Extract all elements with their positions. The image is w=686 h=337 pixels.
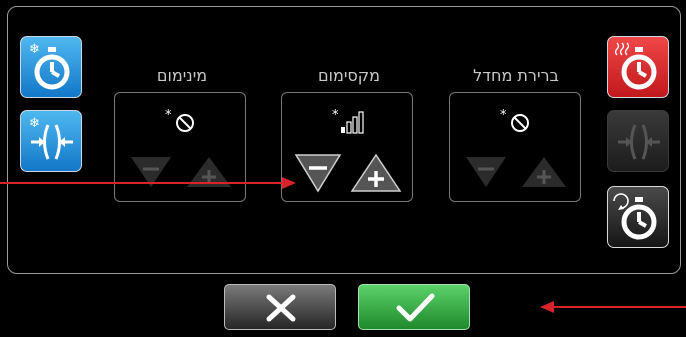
column-label-minimum: מינימום [156, 66, 208, 85]
maximum-stepper [294, 153, 402, 193]
compress-button-disabled[interactable] [607, 110, 669, 172]
cycle-timer-icon [613, 193, 657, 240]
default-control-box: * [449, 92, 581, 202]
cancel-button[interactable] [224, 284, 336, 330]
minimum-control-box: * [114, 92, 246, 202]
increase-button-disabled[interactable] [522, 157, 566, 187]
column-label-default: ברירת מחדל [473, 66, 559, 85]
snowflake-off-icon: * [500, 108, 529, 132]
svg-text:*: * [500, 108, 507, 123]
compress-icon [618, 124, 660, 160]
heat-timer-icon [614, 42, 657, 90]
freeze-timer-button[interactable]: ❄ [20, 36, 82, 98]
freeze-timer-icon: ❄ [29, 42, 70, 90]
check-icon [396, 293, 435, 322]
svg-text:❄: ❄ [29, 42, 40, 57]
decrease-button-disabled[interactable] [466, 157, 506, 187]
increase-button[interactable] [350, 153, 402, 192]
snowflake-signal-bars-icon: * [332, 108, 364, 134]
heat-timer-button[interactable] [607, 36, 669, 98]
decrease-button[interactable] [294, 154, 342, 193]
minimum-stepper [131, 157, 231, 187]
column-label-maximum: מקסימום [317, 66, 381, 85]
svg-text:*: * [332, 108, 339, 123]
maximum-control-box: * [281, 92, 413, 202]
freeze-compress-button[interactable]: ❄ [20, 110, 82, 172]
confirm-button[interactable] [358, 284, 470, 330]
default-stepper [466, 157, 566, 187]
svg-text:❄: ❄ [29, 116, 40, 131]
cycle-timer-button[interactable] [607, 186, 669, 248]
svg-text:*: * [165, 108, 172, 123]
freeze-compress-icon: ❄ [29, 116, 73, 160]
snowflake-off-icon: * [165, 108, 194, 132]
x-icon [266, 294, 296, 322]
